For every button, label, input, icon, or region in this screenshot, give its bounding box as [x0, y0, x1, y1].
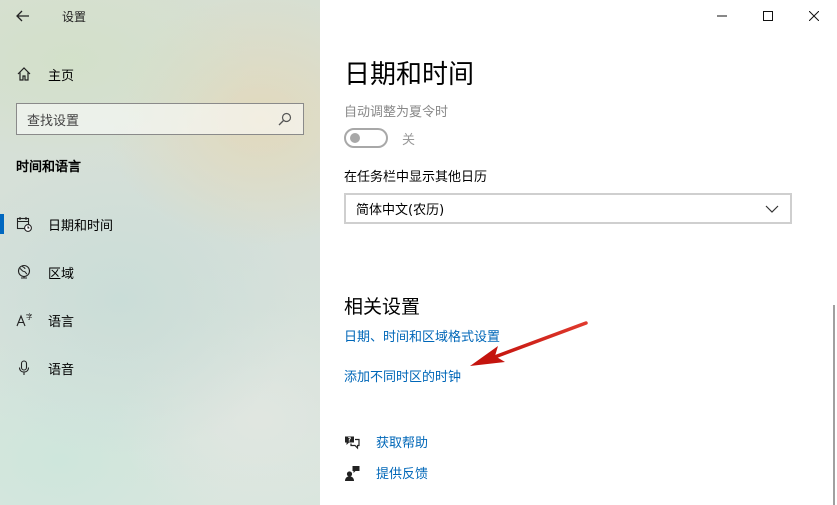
- get-help-row[interactable]: ? 获取帮助: [344, 432, 428, 451]
- sidebar-item-language[interactable]: 字 语言: [0, 301, 320, 339]
- minimize-button[interactable]: [699, 0, 745, 32]
- sidebar-item-label: 日期和时间: [48, 218, 114, 234]
- globe-icon: [16, 264, 32, 280]
- toggle-knob: [350, 133, 360, 143]
- sidebar-item-label: 主页: [48, 68, 75, 84]
- home-icon: [16, 66, 32, 82]
- search-icon[interactable]: [277, 111, 293, 127]
- window-controls: [699, 0, 837, 32]
- taskbar-calendar-label: 在任务栏中显示其他日历: [344, 170, 488, 185]
- page-title: 日期和时间: [344, 60, 475, 90]
- dst-toggle-state: 关: [402, 132, 416, 148]
- close-icon: [806, 8, 822, 24]
- dropdown-value: 简体中文(农历): [356, 203, 445, 218]
- back-button[interactable]: [0, 0, 46, 32]
- sidebar-item-speech[interactable]: 语音: [0, 349, 320, 387]
- add-clocks-link[interactable]: 添加不同时区的时钟: [344, 366, 461, 385]
- dst-toggle-row: 关: [344, 128, 415, 148]
- help-chat-icon: ?: [344, 434, 360, 450]
- search-input[interactable]: 查找设置: [16, 103, 304, 135]
- sidebar-item-home[interactable]: 主页: [0, 58, 320, 90]
- svg-text:?: ?: [348, 436, 352, 443]
- maximize-button[interactable]: [745, 0, 791, 32]
- feedback-row[interactable]: 提供反馈: [344, 463, 428, 482]
- titlebar-left: 设置: [0, 0, 320, 32]
- sidebar-item-label: 区域: [48, 266, 75, 282]
- maximize-icon: [760, 8, 776, 24]
- scrollbar[interactable]: [833, 305, 835, 505]
- microphone-icon: [16, 360, 32, 376]
- get-help-link: 获取帮助: [376, 436, 429, 451]
- close-button[interactable]: [791, 0, 837, 32]
- feedback-icon: [344, 465, 360, 481]
- feedback-link: 提供反馈: [376, 467, 429, 482]
- search-placeholder: 查找设置: [27, 113, 80, 129]
- dst-toggle[interactable]: [344, 128, 388, 148]
- calendar-clock-icon: [16, 216, 32, 232]
- sidebar-item-region[interactable]: 区域: [0, 253, 320, 291]
- chevron-down-icon: [764, 201, 780, 217]
- language-icon: 字: [16, 312, 32, 328]
- sidebar: 设置 主页 查找设置 时间和语言 日期和时间 区域 字 语言 语音: [0, 0, 320, 505]
- region-format-link[interactable]: 日期、时间和区域格式设置: [344, 326, 500, 345]
- taskbar-calendar-dropdown[interactable]: 简体中文(农历): [344, 193, 792, 224]
- minimize-icon: [714, 8, 730, 24]
- svg-text:字: 字: [26, 312, 32, 321]
- window-title: 设置: [62, 9, 87, 24]
- back-arrow-icon: [15, 8, 31, 24]
- dst-label: 自动调整为夏令时: [344, 105, 449, 120]
- main-panel: 日期和时间 自动调整为夏令时 关 在任务栏中显示其他日历 简体中文(农历) 相关…: [320, 0, 837, 505]
- sidebar-item-date-time[interactable]: 日期和时间: [0, 205, 320, 243]
- sidebar-section-title: 时间和语言: [16, 160, 82, 175]
- sidebar-item-label: 语音: [48, 362, 75, 378]
- related-settings-title: 相关设置: [344, 296, 421, 318]
- sidebar-item-label: 语言: [48, 314, 75, 330]
